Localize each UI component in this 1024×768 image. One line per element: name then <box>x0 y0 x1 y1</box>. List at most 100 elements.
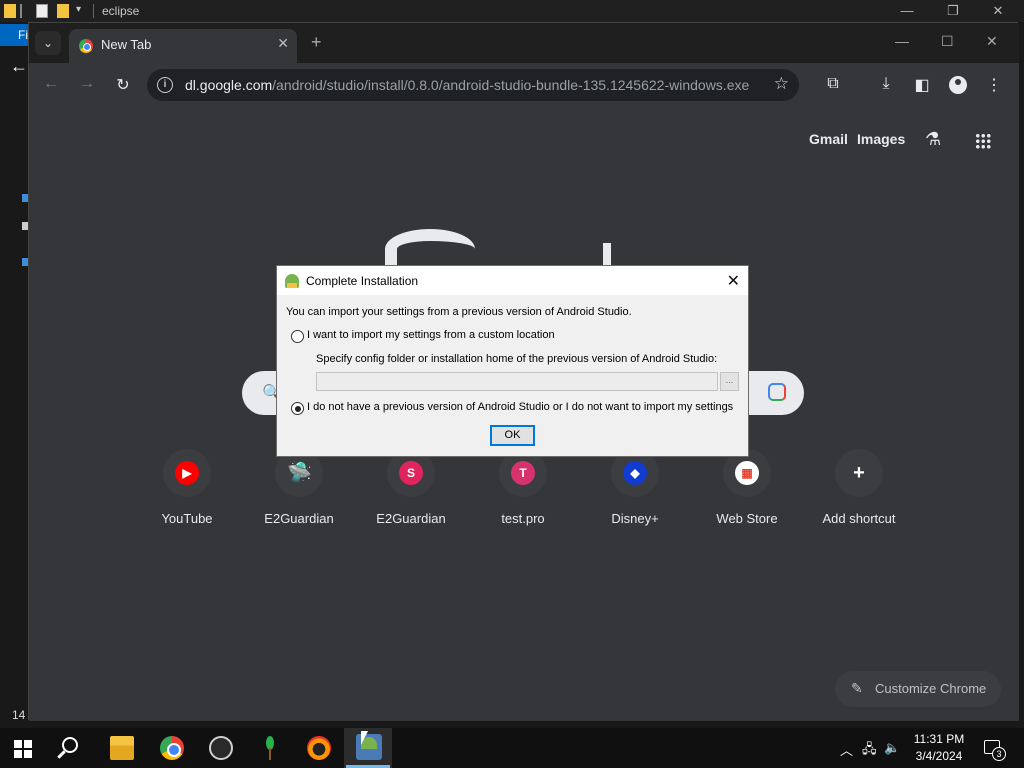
volume-muted-icon[interactable]: 🔈 <box>884 740 900 756</box>
google-lens-icon[interactable] <box>768 383 786 401</box>
forward-arrow-icon[interactable]: → <box>77 75 97 93</box>
shortcut-icon-circle: + <box>835 449 883 497</box>
tab-search-button[interactable]: ⌄ <box>35 31 61 55</box>
windows-taskbar: ︿ 🖧 🔈 11:31 PM 3/4/2024 3 <box>0 728 1024 768</box>
back-arrow-icon[interactable]: ← <box>41 75 61 93</box>
separator <box>20 4 22 18</box>
plus-icon: + <box>847 461 871 485</box>
tab-new-tab[interactable]: New Tab ✕ <box>69 29 297 63</box>
shortcut-label: E2Guardian <box>264 511 334 526</box>
explorer-restore-button[interactable]: ❐ <box>944 2 962 20</box>
extensions-puzzle-icon[interactable]: ⧉ <box>823 75 843 93</box>
shortcut-tile[interactable]: + Add shortcut <box>809 449 909 526</box>
youtube-icon: ▶ <box>175 461 199 485</box>
tab-title: New Tab <box>101 37 152 52</box>
downloads-icon[interactable]: ⤓ <box>876 75 896 93</box>
profile-avatar-icon[interactable] <box>949 76 967 94</box>
url-path: /android/studio/install/0.8.0/android-st… <box>272 77 750 93</box>
letter-t-icon: T <box>511 461 535 485</box>
browser-toolbar: ← → ↻ i dl.google.com/android/studio/ins… <box>29 63 1019 107</box>
shortcut-tile[interactable]: S E2Guardian <box>361 449 461 526</box>
pencil-icon: ✎ <box>851 680 863 696</box>
show-hidden-icons-chevron-icon[interactable]: ︿ <box>840 740 853 759</box>
taskbar-clock-time[interactable]: 11:31 PM <box>900 732 978 746</box>
shortcut-tile[interactable]: Ttest.pro <box>473 449 573 526</box>
images-link[interactable]: Images <box>857 131 905 147</box>
customize-chrome-label: Customize Chrome <box>875 681 987 696</box>
shortcut-icon-circle: ▶ <box>163 449 211 497</box>
chrome-taskbar-icon[interactable] <box>160 736 184 760</box>
shortcut-label: Disney+ <box>611 511 659 526</box>
tree-app-taskbar-icon[interactable] <box>258 736 282 760</box>
e2guardian-ufo-icon: 🛸 <box>287 461 312 485</box>
taskbar-search-icon[interactable] <box>62 737 78 753</box>
file-menu-tab[interactable]: File <box>0 24 30 46</box>
do-not-import-radio[interactable] <box>291 402 304 415</box>
dialog-close-icon[interactable]: ✕ <box>727 271 740 291</box>
import-custom-location-label[interactable]: I want to import my settings from a cust… <box>307 329 555 341</box>
chrome-close-button[interactable]: ✕ <box>986 33 998 50</box>
shortcut-tile[interactable]: ◆ Disney+ <box>585 449 685 526</box>
tab-close-icon[interactable]: ✕ <box>277 35 289 52</box>
site-info-icon[interactable]: i <box>157 77 173 93</box>
web-store-icon: ▦ <box>735 461 759 485</box>
customize-chrome-button[interactable]: ✎ Customize Chrome <box>835 671 1001 707</box>
obs-taskbar-icon[interactable] <box>209 736 233 760</box>
shortcut-label: YouTube <box>161 511 213 526</box>
explorer-back-arrow-icon[interactable]: ← <box>10 56 28 77</box>
google-logo <box>385 229 475 269</box>
explorer-close-button[interactable]: ✕ <box>989 2 1007 20</box>
dialog-titlebar: Complete Installation ✕ <box>277 266 748 295</box>
ok-button[interactable]: OK <box>490 425 535 446</box>
shortcut-tile[interactable]: ▦ Web Store <box>697 449 797 526</box>
do-not-import-label[interactable]: I do not have a previous version of Andr… <box>307 401 733 413</box>
labs-flask-icon[interactable]: ⚗ <box>925 129 941 150</box>
shortcut-label: test.pro <box>501 511 545 526</box>
url-host: dl.google.com <box>185 77 273 93</box>
new-tab-button[interactable]: + <box>311 32 322 53</box>
google-logo-letter <box>603 243 611 267</box>
android-studio-icon <box>285 274 299 288</box>
shortcut-label: E2Guardian <box>376 511 446 526</box>
properties-icon[interactable] <box>36 4 48 18</box>
firefox-taskbar-icon[interactable] <box>307 736 331 760</box>
shortcut-tile[interactable]: 🛸 E2Guardian <box>249 449 349 526</box>
shortcut-label: Web Store <box>716 511 778 526</box>
notification-count-badge: 3 <box>992 747 1006 761</box>
letter-s-icon: S <box>399 461 423 485</box>
folder-icon <box>4 4 16 18</box>
file-explorer-taskbar-icon[interactable] <box>110 736 134 760</box>
gmail-link[interactable]: Gmail <box>809 131 848 147</box>
chrome-maximize-button[interactable]: ☐ <box>941 33 954 50</box>
google-apps-grid-icon[interactable] <box>975 133 991 149</box>
shortcut-tile[interactable]: ▶ YouTube <box>137 449 237 526</box>
taskbar-clock-date[interactable]: 3/4/2024 <box>900 749 978 763</box>
import-custom-location-radio[interactable] <box>291 330 304 343</box>
customize-quick-access-icon[interactable]: ▾ <box>76 4 88 18</box>
bookmark-star-icon[interactable]: ☆ <box>774 74 789 94</box>
new-folder-icon[interactable] <box>57 4 69 18</box>
network-icon[interactable]: 🖧 <box>862 740 877 762</box>
windows-start-icon[interactable] <box>14 740 32 758</box>
tab-strip: ⌄ New Tab ✕ + — ☐ ✕ <box>29 23 1019 63</box>
specify-config-label: Specify config folder or installation ho… <box>316 353 718 365</box>
chrome-favicon-icon <box>79 39 93 53</box>
side-panel-icon[interactable]: ◧ <box>912 75 932 95</box>
disney-plus-icon: ◆ <box>623 461 647 485</box>
android-studio-taskbar-icon[interactable] <box>356 734 382 760</box>
dialog-intro-text: You can import your settings from a prev… <box>286 306 632 318</box>
dialog-title: Complete Installation <box>306 274 419 288</box>
chrome-minimize-button[interactable]: — <box>895 33 909 49</box>
url-text[interactable]: dl.google.com/android/studio/install/0.8… <box>185 77 749 93</box>
address-bar[interactable]: i dl.google.com/android/studio/install/0… <box>147 69 799 101</box>
explorer-titlebar: ▾ eclipse — ❐ ✕ <box>0 0 1024 22</box>
separator <box>93 4 94 18</box>
shortcut-label: Add shortcut <box>822 511 896 526</box>
explorer-title: eclipse <box>102 4 140 18</box>
explorer-minimize-button[interactable]: — <box>898 2 916 20</box>
chrome-menu-icon[interactable]: ⋮ <box>984 75 1004 95</box>
browse-button[interactable]: ... <box>720 372 739 391</box>
complete-installation-dialog: Complete Installation ✕ You can import y… <box>276 265 749 457</box>
reload-icon[interactable]: ↻ <box>113 75 133 95</box>
config-folder-field[interactable] <box>316 372 718 391</box>
